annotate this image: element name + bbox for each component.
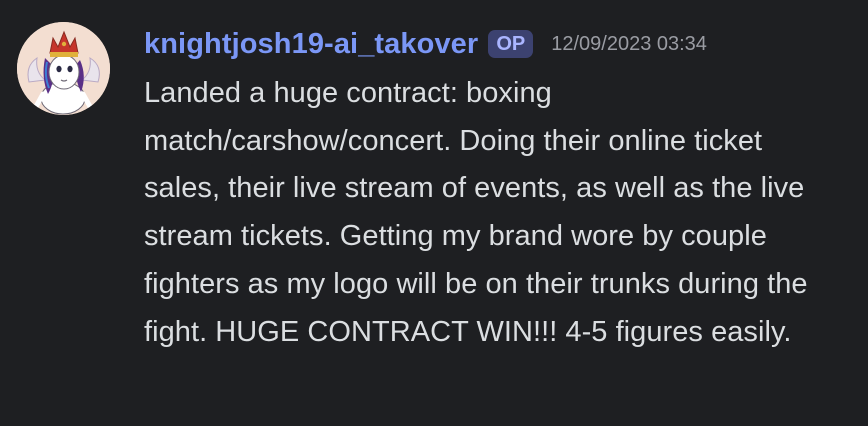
message-timestamp[interactable]: 12/09/2023 03:34 <box>551 30 707 58</box>
chat-message: knightjosh19-ai_takover OP 12/09/2023 03… <box>0 0 868 426</box>
op-badge: OP <box>488 30 534 58</box>
author-username[interactable]: knightjosh19-ai_takover <box>144 28 478 61</box>
user-avatar[interactable] <box>17 22 110 115</box>
pony-avatar-icon <box>17 22 110 115</box>
message-content: Landed a huge contract: boxing match/car… <box>144 77 808 348</box>
message-header: knightjosh19-ai_takover OP 12/09/2023 03… <box>144 22 707 66</box>
